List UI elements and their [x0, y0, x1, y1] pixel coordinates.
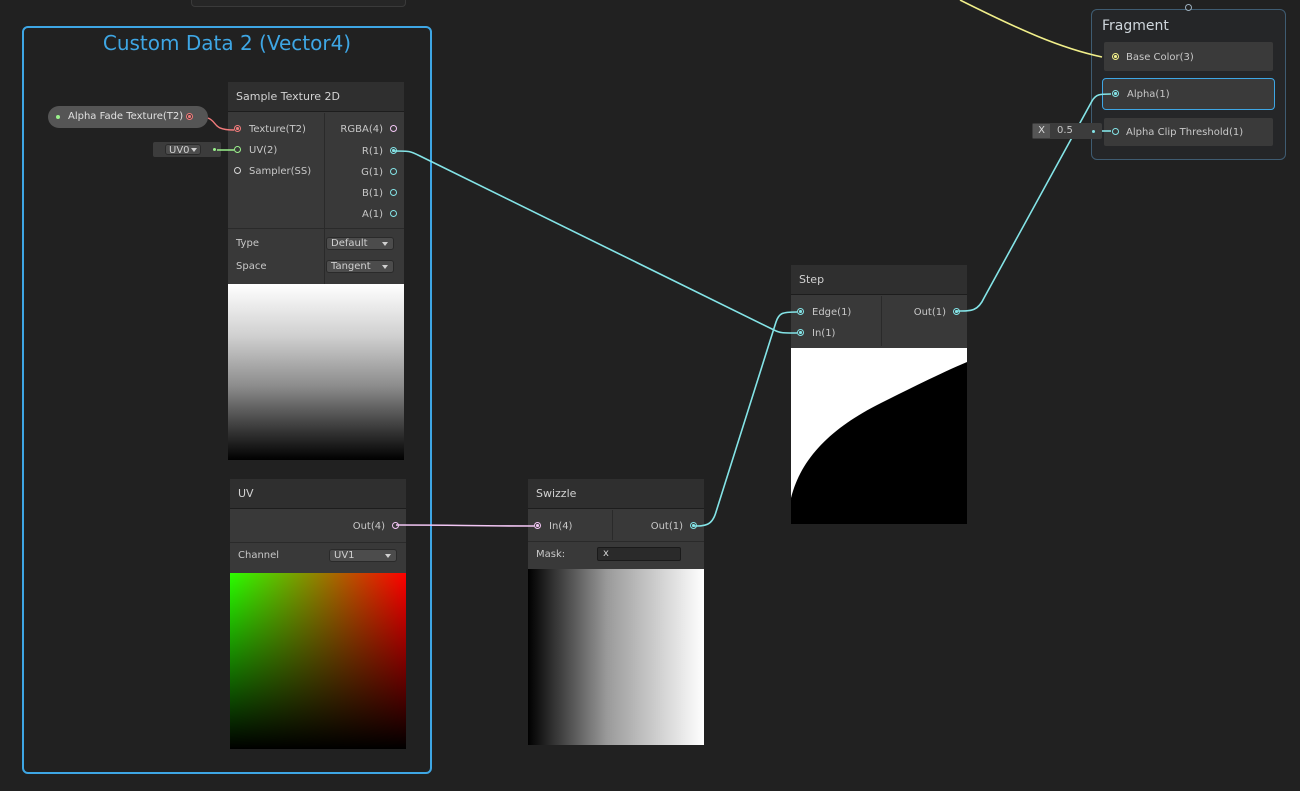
alpha-clip-label: Alpha Clip Threshold(1): [1126, 127, 1244, 138]
port-divider: [881, 296, 882, 346]
output-label-b: B(1): [361, 188, 383, 199]
b-output-port[interactable]: [390, 189, 397, 196]
offscreen-node-edge: [191, 0, 406, 7]
alpha-clip-slot[interactable]: Alpha Clip Threshold(1): [1104, 118, 1273, 146]
port-divider: [612, 510, 613, 540]
output-label-out: Out(1): [913, 307, 946, 318]
uv-input-port[interactable]: [234, 146, 241, 153]
edge-input-port[interactable]: [797, 308, 804, 315]
base-color-slot[interactable]: Base Color(3): [1104, 42, 1273, 71]
node-title[interactable]: Step: [791, 265, 967, 295]
space-value: Tangent: [331, 261, 371, 272]
swizzle-output-port[interactable]: [690, 522, 697, 529]
fragment-title[interactable]: Fragment: [1102, 18, 1169, 34]
channel-label: Channel: [238, 550, 280, 561]
input-label-texture: Texture(T2): [249, 124, 306, 135]
fragment-top-port[interactable]: [1185, 4, 1192, 11]
node-title[interactable]: Sample Texture 2D: [228, 82, 404, 112]
rgba-output-port[interactable]: [390, 125, 397, 132]
r-output-port[interactable]: [390, 147, 397, 154]
alpha-label: Alpha(1): [1127, 89, 1170, 100]
input-label-in: In(4): [549, 521, 573, 532]
mask-label: Mask:: [536, 549, 566, 560]
threshold-axis-label: X: [1033, 124, 1050, 138]
chevron-down-icon: [382, 265, 388, 269]
node-title[interactable]: UV: [230, 479, 406, 509]
settings-divider: [228, 228, 404, 229]
alpha-slot[interactable]: Alpha(1): [1102, 78, 1275, 110]
input-label-in: In(1): [812, 328, 836, 339]
output-label-out: Out(1): [650, 521, 683, 532]
chevron-down-icon: [385, 554, 391, 558]
wire-base-color: [959, 0, 1103, 58]
port-divider: [324, 113, 325, 309]
alpha-clip-port[interactable]: [1112, 128, 1119, 135]
chevron-down-icon: [191, 148, 197, 152]
uv-preview: [230, 573, 406, 749]
output-label-g: G(1): [361, 167, 383, 178]
settings-divider: [528, 541, 704, 542]
channel-dropdown[interactable]: UV1: [329, 549, 397, 562]
property-label: Alpha Fade Texture(T2): [68, 111, 184, 122]
output-label-a: A(1): [361, 209, 383, 220]
alpha-fade-texture-property[interactable]: Alpha Fade Texture(T2): [48, 106, 208, 128]
texture-preview: [228, 284, 404, 460]
input-label-edge: Edge(1): [812, 307, 852, 318]
swizzle-node[interactable]: Swizzle In(4) Out(1) Mask: x: [528, 479, 704, 745]
node-title[interactable]: Swizzle: [528, 479, 704, 509]
uv-channel-value: UV0: [169, 145, 190, 156]
input-label-sampler: Sampler(SS): [249, 166, 312, 177]
output-label-rgba: RGBA(4): [340, 124, 383, 135]
fragment-context[interactable]: Fragment Base Color(3) Alpha(1) Alpha Cl…: [1091, 9, 1286, 160]
uv-node[interactable]: UV Out(4) Channel UV1: [230, 479, 406, 749]
sample-texture-2d-node[interactable]: Sample Texture 2D Texture(T2) UV(2) Samp…: [228, 82, 404, 460]
mask-value: x: [603, 548, 609, 559]
step-preview: [791, 348, 967, 524]
base-color-port[interactable]: [1112, 53, 1119, 60]
wire-swizzle-to-step-edge: [692, 311, 798, 527]
group-title[interactable]: Custom Data 2 (Vector4): [22, 31, 432, 55]
chevron-down-icon: [382, 242, 388, 246]
threshold-inline-input[interactable]: X 0.5: [1032, 123, 1102, 139]
property-dot-icon: [56, 115, 60, 119]
space-label: Space: [236, 261, 267, 272]
texture-input-port[interactable]: [234, 125, 241, 132]
uv-channel-dropdown[interactable]: UV0: [165, 144, 201, 156]
mask-input[interactable]: x: [597, 547, 681, 561]
swizzle-preview: [528, 569, 704, 745]
property-output-port[interactable]: [186, 113, 193, 120]
output-label-r: R(1): [361, 146, 383, 157]
sampler-input-port[interactable]: [234, 167, 241, 174]
alpha-port[interactable]: [1112, 90, 1119, 97]
input-label-uv: UV(2): [249, 145, 278, 156]
step-output-port[interactable]: [953, 308, 960, 315]
connector-dot-icon: [1092, 130, 1095, 133]
g-output-port[interactable]: [390, 168, 397, 175]
channel-value: UV1: [334, 550, 355, 561]
space-dropdown[interactable]: Tangent: [326, 260, 394, 273]
settings-divider: [230, 542, 406, 543]
type-label: Type: [236, 238, 259, 249]
uv-output-port[interactable]: [392, 522, 399, 529]
connector-dot-icon: [213, 148, 216, 151]
swizzle-input-port[interactable]: [534, 522, 541, 529]
output-label-out: Out(4): [352, 521, 385, 532]
type-value: Default: [331, 238, 368, 249]
uv-inline-input[interactable]: UV0: [153, 142, 221, 157]
wire-r-to-step-in: [393, 150, 798, 334]
threshold-value[interactable]: 0.5: [1057, 125, 1073, 136]
in-input-port[interactable]: [797, 329, 804, 336]
base-color-label: Base Color(3): [1126, 52, 1194, 63]
type-dropdown[interactable]: Default: [326, 237, 394, 250]
a-output-port[interactable]: [390, 210, 397, 217]
step-node[interactable]: Step Edge(1) In(1) Out(1): [791, 265, 967, 524]
